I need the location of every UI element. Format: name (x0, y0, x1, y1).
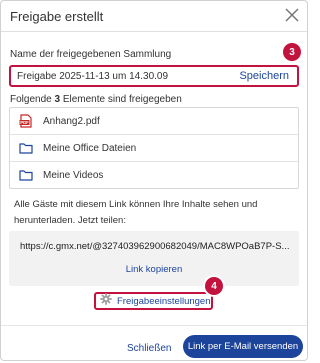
folder-icon (19, 168, 33, 182)
collection-name-label: Name der freigegebenen Sammlung (10, 49, 172, 60)
collection-name-field: Speichern (9, 65, 299, 87)
gear-icon (100, 292, 112, 310)
shared-items-list: PDF Anhang2.pdf Meine Office Dateien Mei… (9, 107, 299, 189)
list-item[interactable]: Meine Office Dateien (10, 135, 298, 162)
step-badge-3: 3 (283, 43, 301, 61)
share-link-box: https://c.gmx.net/@327403962900682049/MA… (9, 231, 299, 286)
shared-count-suffix: Elemente sind freigegeben (60, 94, 182, 105)
copy-link-button[interactable]: Link kopieren (9, 264, 299, 275)
close-icon[interactable] (283, 6, 301, 24)
shared-count-prefix: Folgende (10, 94, 55, 105)
list-item-label: Anhang2.pdf (43, 115, 100, 127)
share-settings-button[interactable]: Freigabeeinstellungen (94, 292, 213, 310)
step-badge-4: 4 (205, 277, 223, 295)
folder-icon (19, 141, 33, 155)
svg-text:PDF: PDF (20, 120, 29, 125)
list-item[interactable]: PDF Anhang2.pdf (10, 108, 298, 135)
dialog-footer: Schließen Link per E-Mail versenden (1, 325, 307, 363)
share-settings-label: Freigabeeinstellungen (117, 295, 211, 307)
close-button[interactable]: Schließen (127, 343, 171, 354)
list-item-label: Meine Office Dateien (43, 142, 137, 154)
send-link-email-button[interactable]: Link per E-Mail versenden (183, 335, 303, 358)
pdf-icon: PDF (19, 114, 33, 128)
dialog-header: Freigabe erstellt (1, 1, 307, 32)
list-item[interactable]: Meine Videos (10, 162, 298, 188)
save-button[interactable]: Speichern (239, 70, 289, 82)
dialog-title: Freigabe erstellt (10, 9, 104, 24)
shared-count-text: Folgende 3 Elemente sind freigegeben (10, 94, 182, 105)
collection-name-input[interactable] (17, 70, 217, 82)
share-info-text: Alle Gäste mit diesem Link können Ihre I… (14, 199, 258, 226)
list-item-label: Meine Videos (43, 169, 104, 181)
share-url: https://c.gmx.net/@327403962900682049/MA… (20, 241, 290, 252)
share-dialog: Freigabe erstellt Name der freigegebenen… (0, 0, 308, 361)
